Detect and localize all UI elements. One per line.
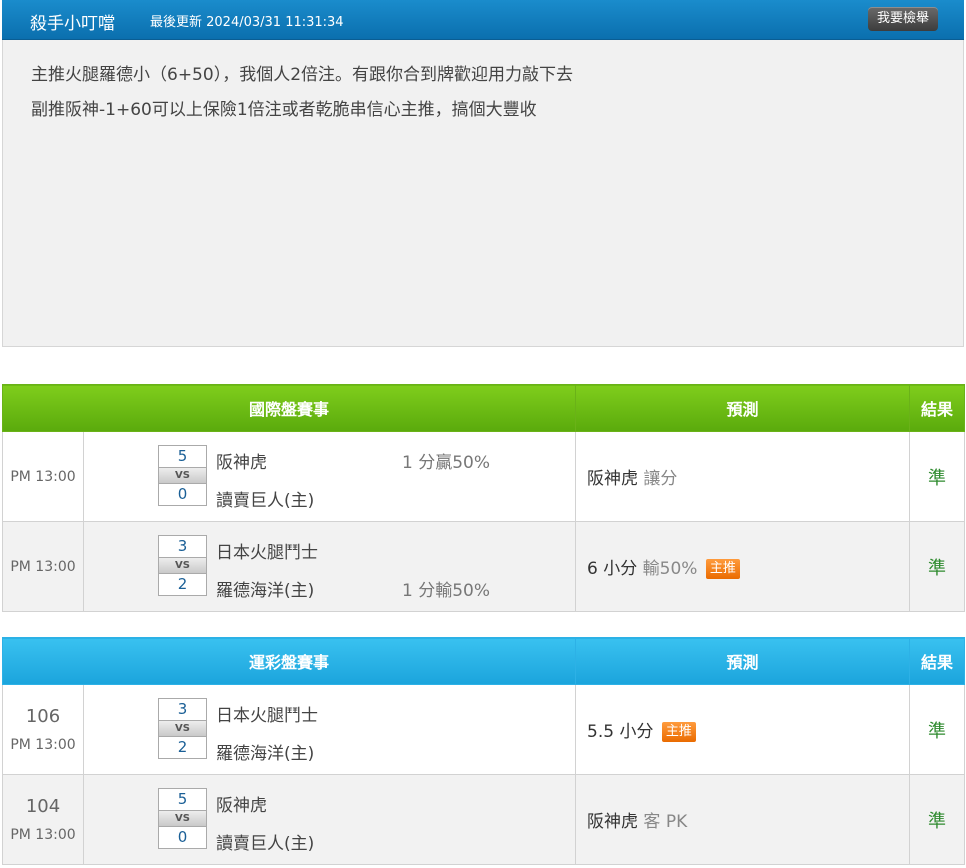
result-cell: 準 (909, 774, 966, 865)
post-header: 殺手小叮噹 最後更新 2024/03/31 11:31:34 我要檢舉 (2, 0, 964, 40)
vs-label: VS (158, 558, 207, 573)
last-updated: 最後更新 2024/03/31 11:31:34 (150, 15, 344, 30)
prediction-pick: 5.5 小分 (587, 722, 654, 742)
game-time: PM 13:00 (10, 827, 76, 843)
away-team[interactable]: 阪神虎 (216, 791, 267, 816)
away-score: 3 (158, 535, 207, 558)
home-team[interactable]: 讀賣巨人(主) (216, 829, 314, 854)
away-score: 3 (158, 698, 207, 721)
away-team[interactable]: 日本火腿鬥士 (216, 538, 318, 563)
home-score: 2 (158, 736, 207, 759)
vs-label: VS (158, 811, 207, 826)
column-header-event: 國際盤賽事 (1, 384, 577, 432)
prediction-cell: 阪神虎 讓分 (575, 431, 911, 522)
international-games-table: 國際盤賽事 預測 結果 PM 13:00 5 VS 0 阪神虎 讀賣巨人(主) … (1, 384, 966, 612)
top-pick-badge: 主推 (661, 722, 696, 742)
prediction-cell: 6 小分 輸50% 主推 (575, 521, 911, 612)
handicap-line: 1 分輸50% (402, 581, 491, 601)
column-header-prediction: 預測 (575, 637, 911, 685)
vs-label: VS (158, 468, 207, 483)
home-score: 2 (158, 573, 207, 596)
prediction-cell: 阪神虎 客 PK (575, 774, 911, 865)
game-time: PM 13:00 (2, 521, 84, 612)
score-box: 3 VS 2 (158, 535, 207, 596)
report-button[interactable]: 我要檢舉 (867, 7, 938, 31)
column-header-result: 結果 (909, 384, 966, 432)
handicap-line: 1 分贏50% (402, 453, 491, 473)
prediction-note: 輸50% (642, 559, 698, 579)
game-time: PM 13:00 (10, 737, 76, 753)
home-score: 0 (158, 826, 207, 849)
author-name[interactable]: 殺手小叮噹 (30, 9, 115, 34)
home-score: 0 (158, 483, 207, 506)
score-box: 3 VS 2 (158, 698, 207, 759)
prediction-pick: 阪神虎 (587, 812, 639, 832)
game-number: 104 (25, 796, 61, 817)
prediction-cell: 5.5 小分 主推 (575, 684, 911, 775)
table-row: 106 PM 13:00 3 VS 2 日本火腿鬥士 羅德海洋(主) 5.5 小… (2, 684, 966, 775)
column-header-event: 運彩盤賽事 (1, 637, 577, 685)
match-cell: 5 VS 0 阪神虎 讀賣巨人(主) (82, 774, 577, 865)
prediction-note: 客 PK (643, 812, 688, 832)
table-row: PM 13:00 3 VS 2 日本火腿鬥士 羅德海洋(主) 1 分輸50% 6… (2, 521, 966, 612)
game-time-cell: 104 PM 13:00 (2, 774, 84, 865)
away-team[interactable]: 阪神虎 (216, 448, 267, 473)
away-score: 5 (158, 445, 207, 468)
home-team[interactable]: 羅德海洋(主) (216, 739, 314, 764)
column-header-prediction: 預測 (575, 384, 911, 432)
lottery-games-table: 運彩盤賽事 預測 結果 106 PM 13:00 3 VS 2 日本火腿鬥士 羅… (1, 637, 966, 865)
home-team[interactable]: 羅德海洋(主) (216, 576, 314, 601)
table-row: PM 13:00 5 VS 0 阪神虎 讀賣巨人(主) 1 分贏50% 阪神虎 … (2, 431, 966, 522)
game-time: PM 13:00 (2, 431, 84, 522)
post-content: 主推火腿羅德小（6+50），我個人2倍注。有跟你合到牌歡迎用力敲下去 副推阪神-… (2, 40, 964, 347)
match-cell: 5 VS 0 阪神虎 讀賣巨人(主) 1 分贏50% (82, 431, 577, 522)
prediction-pick: 阪神虎 (587, 469, 639, 489)
top-pick-badge: 主推 (705, 559, 740, 579)
vs-label: VS (158, 721, 207, 736)
prediction-pick: 6 小分 (587, 559, 638, 579)
home-team[interactable]: 讀賣巨人(主) (216, 486, 314, 511)
post-line-secondary: 副推阪神-1+60可以上保險1倍注或者乾脆串信心主推，搞個大豐收 (31, 100, 537, 120)
game-time-cell: 106 PM 13:00 (2, 684, 84, 775)
match-cell: 3 VS 2 日本火腿鬥士 羅德海洋(主) 1 分輸50% (82, 521, 577, 612)
post-line-main: 主推火腿羅德小（6+50），我個人2倍注。有跟你合到牌歡迎用力敲下去 (31, 65, 574, 85)
table-row: 104 PM 13:00 5 VS 0 阪神虎 讀賣巨人(主) 阪神虎 客 PK… (2, 774, 966, 865)
result-cell: 準 (909, 431, 966, 522)
match-cell: 3 VS 2 日本火腿鬥士 羅德海洋(主) (82, 684, 577, 775)
away-team[interactable]: 日本火腿鬥士 (216, 701, 318, 726)
result-cell: 準 (909, 684, 966, 775)
column-header-result: 結果 (909, 637, 966, 685)
result-cell: 準 (909, 521, 966, 612)
score-box: 5 VS 0 (158, 788, 207, 849)
away-score: 5 (158, 788, 207, 811)
score-box: 5 VS 0 (158, 445, 207, 506)
prediction-note: 讓分 (643, 469, 678, 489)
game-number: 106 (25, 706, 61, 727)
